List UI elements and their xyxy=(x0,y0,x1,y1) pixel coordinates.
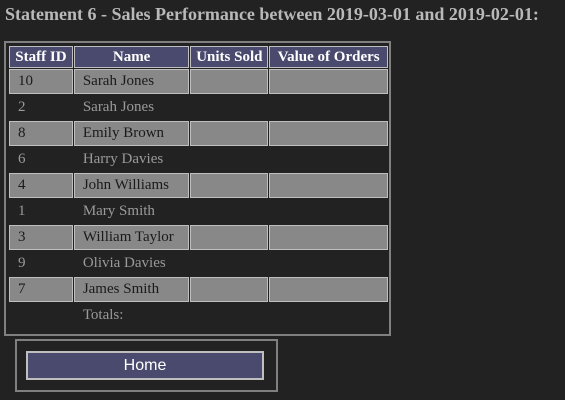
units-sold-cell xyxy=(190,95,269,120)
name-cell: James Smith xyxy=(73,277,190,302)
units-sold-cell xyxy=(190,173,269,198)
table-header-row: Staff ID Name Units Sold Value of Orders xyxy=(9,46,388,68)
value-of-orders-cell xyxy=(269,147,388,172)
staff-id-cell: 6 xyxy=(9,147,73,172)
name-cell: William Taylor xyxy=(73,225,190,250)
name-cell: Sarah Jones xyxy=(73,69,190,94)
units-sold-cell xyxy=(190,69,269,94)
table-row: 10 Sarah Jones xyxy=(9,69,388,94)
table-row: 6 Harry Davies xyxy=(9,147,388,172)
name-cell: Olivia Davies xyxy=(73,251,190,276)
staff-id-cell: 7 xyxy=(9,277,73,302)
units-sold-cell xyxy=(190,277,269,302)
value-of-orders-cell xyxy=(269,69,388,94)
value-of-orders-cell xyxy=(269,251,388,276)
name-cell: Sarah Jones xyxy=(73,95,190,120)
staff-id-cell: 2 xyxy=(9,95,73,120)
page-title: Statement 6 - Sales Performance between … xyxy=(5,4,539,24)
units-sold-cell xyxy=(190,121,269,146)
value-of-orders-cell xyxy=(269,121,388,146)
table-row: 2 Sarah Jones xyxy=(9,95,388,120)
table-row: 7 James Smith xyxy=(9,277,388,302)
totals-units-sold-cell xyxy=(190,303,269,328)
staff-id-cell: 8 xyxy=(9,121,73,146)
column-header-name: Name xyxy=(73,46,190,68)
name-cell: Emily Brown xyxy=(73,121,190,146)
home-button[interactable]: Home xyxy=(26,351,264,380)
value-of-orders-cell xyxy=(269,95,388,120)
staff-id-cell: 4 xyxy=(9,173,73,198)
totals-label: Totals: xyxy=(73,303,190,328)
totals-value-of-orders-cell xyxy=(269,303,388,328)
column-header-staff-id: Staff ID xyxy=(9,46,73,68)
name-cell: John Williams xyxy=(73,173,190,198)
totals-row: Totals: xyxy=(9,303,388,328)
name-cell: Mary Smith xyxy=(73,199,190,224)
table-row: 1 Mary Smith xyxy=(9,199,388,224)
staff-id-cell: 1 xyxy=(9,199,73,224)
staff-id-cell: 3 xyxy=(9,225,73,250)
value-of-orders-cell xyxy=(269,199,388,224)
sales-performance-table: Staff ID Name Units Sold Value of Orders… xyxy=(8,45,389,329)
units-sold-cell xyxy=(190,199,269,224)
column-header-value-of-orders: Value of Orders xyxy=(269,46,388,68)
units-sold-cell xyxy=(190,225,269,250)
sales-table-container: Staff ID Name Units Sold Value of Orders… xyxy=(4,41,391,336)
home-button-container: Home xyxy=(15,339,278,392)
column-header-units-sold: Units Sold xyxy=(190,46,269,68)
units-sold-cell xyxy=(190,147,269,172)
totals-spacer-cell xyxy=(9,303,73,328)
units-sold-cell xyxy=(190,251,269,276)
table-row: 8 Emily Brown xyxy=(9,121,388,146)
value-of-orders-cell xyxy=(269,173,388,198)
value-of-orders-cell xyxy=(269,225,388,250)
name-cell: Harry Davies xyxy=(73,147,190,172)
table-row: 4 John Williams xyxy=(9,173,388,198)
staff-id-cell: 9 xyxy=(9,251,73,276)
staff-id-cell: 10 xyxy=(9,69,73,94)
table-row: 3 William Taylor xyxy=(9,225,388,250)
value-of-orders-cell xyxy=(269,277,388,302)
table-row: 9 Olivia Davies xyxy=(9,251,388,276)
